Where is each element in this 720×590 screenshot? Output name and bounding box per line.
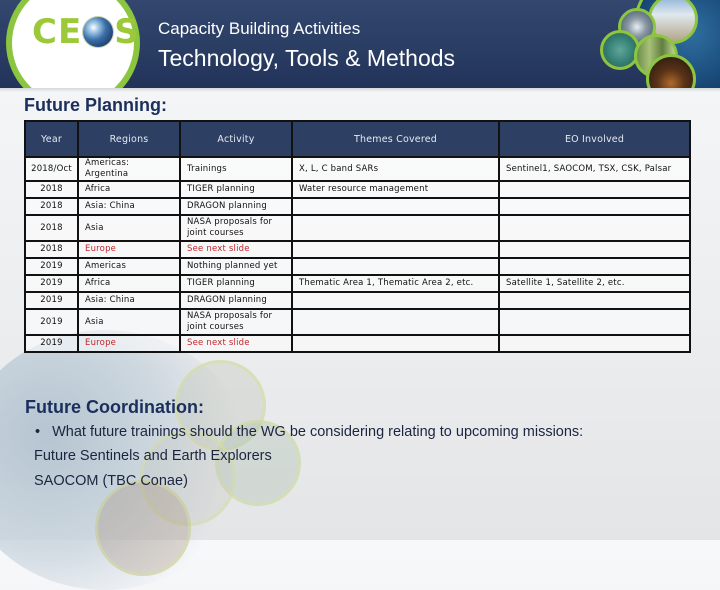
cell-eo	[498, 257, 691, 276]
cell-eo	[498, 308, 691, 336]
cell-activity: Nothing planned yet	[179, 257, 293, 276]
cell-eo: Sentinel1, SAOCOM, TSX, CSK, Palsar	[498, 156, 691, 182]
table-row: 2018 Africa TIGER planning Water resource m…	[24, 180, 691, 199]
cell-themes	[291, 197, 500, 216]
cell-eo	[498, 214, 691, 242]
cell-year: 2019	[24, 308, 79, 336]
cell-region: Europe	[77, 240, 181, 259]
cell-year: 2018	[24, 197, 79, 216]
logo-text-right: S	[114, 12, 140, 52]
future-planning-heading: Future Planning:	[24, 95, 167, 115]
bullet-text: What future trainings should the WG be c…	[52, 424, 584, 440]
cell-themes: Water resource management	[291, 180, 500, 199]
logo-text-left: CE	[32, 12, 83, 52]
bullet-item: • What future trainings should the WG be …	[35, 424, 583, 440]
table-row: 2018 Asia: China DRAGON planning	[24, 197, 691, 216]
cell-activity: NASA proposals for joint courses	[179, 308, 293, 336]
future-planning-table: Year Regions Activity Themes Covered EO …	[24, 120, 691, 353]
cell-year: 2019	[24, 257, 79, 276]
table-row: 2018 Asia NASA proposals for joint courses	[24, 214, 691, 242]
cell-year: 2018	[24, 240, 79, 259]
cell-activity: NASA proposals for joint courses	[179, 214, 293, 242]
cell-region: Asia: China	[77, 291, 181, 310]
cell-year: 2018	[24, 180, 79, 199]
slide-subtitle: Capacity Building Activities	[158, 19, 361, 38]
table-row: 2019 Africa TIGER planning Thematic Area 1,…	[24, 274, 691, 293]
cell-activity: See next slide	[179, 240, 293, 259]
ceos-logo: CE S	[6, 0, 140, 88]
column-header-regions: Regions	[77, 120, 181, 158]
cell-region: Americas: Argentina	[77, 156, 181, 182]
cell-activity: TIGER planning	[179, 180, 293, 199]
cell-activity: See next slide	[179, 334, 293, 353]
column-header-themes: Themes Covered	[291, 120, 500, 158]
coordination-line: Future Sentinels and Earth Explorers	[34, 448, 272, 464]
cell-eo	[498, 291, 691, 310]
earth-globe-icon	[83, 17, 114, 47]
bullet-icon: •	[35, 424, 41, 440]
cell-region: Africa	[77, 180, 181, 199]
table-header-row: Year Regions Activity Themes Covered EO …	[24, 120, 691, 158]
cell-themes	[291, 240, 500, 259]
banner-shadow	[0, 88, 720, 92]
cell-themes: Thematic Area 1, Thematic Area 2, etc.	[291, 274, 500, 293]
table-row: 2019 Asia: China DRAGON planning	[24, 291, 691, 310]
background-bubble-decoration	[95, 480, 191, 576]
cell-eo	[498, 180, 691, 199]
cell-year: 2019	[24, 334, 79, 353]
cell-year: 2019	[24, 291, 79, 310]
cell-region: Asia: China	[77, 197, 181, 216]
cell-region: Europe	[77, 334, 181, 353]
slide-title: Technology, Tools & Methods	[158, 45, 456, 71]
cell-themes	[291, 214, 500, 242]
cell-region: Africa	[77, 274, 181, 293]
column-header-activity: Activity	[179, 120, 293, 158]
cell-themes	[291, 334, 500, 353]
cell-year: 2018	[24, 214, 79, 242]
cell-region: Asia	[77, 308, 181, 336]
coordination-line: SAOCOM (TBC Conae)	[34, 473, 188, 489]
column-header-eo: EO Involved	[498, 120, 691, 158]
table-row: 2018 Europe See next slide	[24, 240, 691, 259]
cell-themes	[291, 291, 500, 310]
future-coordination-heading: Future Coordination:	[25, 397, 204, 417]
table-row: 2019 Americas Nothing planned yet	[24, 257, 691, 276]
cell-region: Americas	[77, 257, 181, 276]
cell-eo	[498, 197, 691, 216]
column-header-year: Year	[24, 120, 79, 158]
cell-themes	[291, 257, 500, 276]
slide-header-banner: CE S Capacity Building Activities Techno…	[0, 0, 720, 88]
cell-eo	[498, 334, 691, 353]
table-row: 2019 Asia NASA proposals for joint courses	[24, 308, 691, 336]
table-row: 2019 Europe See next slide	[24, 334, 691, 353]
cell-year: 2018/Oct	[24, 156, 79, 182]
cell-eo	[498, 240, 691, 259]
cell-activity: Trainings	[179, 156, 293, 182]
cell-themes: X, L, C band SARs	[291, 156, 500, 182]
cell-eo: Satellite 1, Satellite 2, etc.	[498, 274, 691, 293]
cell-activity: DRAGON planning	[179, 291, 293, 310]
cell-activity: DRAGON planning	[179, 197, 293, 216]
cell-region: Asia	[77, 214, 181, 242]
cell-year: 2019	[24, 274, 79, 293]
cell-activity: TIGER planning	[179, 274, 293, 293]
table-row: 2018/Oct Americas: Argentina Trainings X, L…	[24, 156, 691, 182]
cell-themes	[291, 308, 500, 336]
